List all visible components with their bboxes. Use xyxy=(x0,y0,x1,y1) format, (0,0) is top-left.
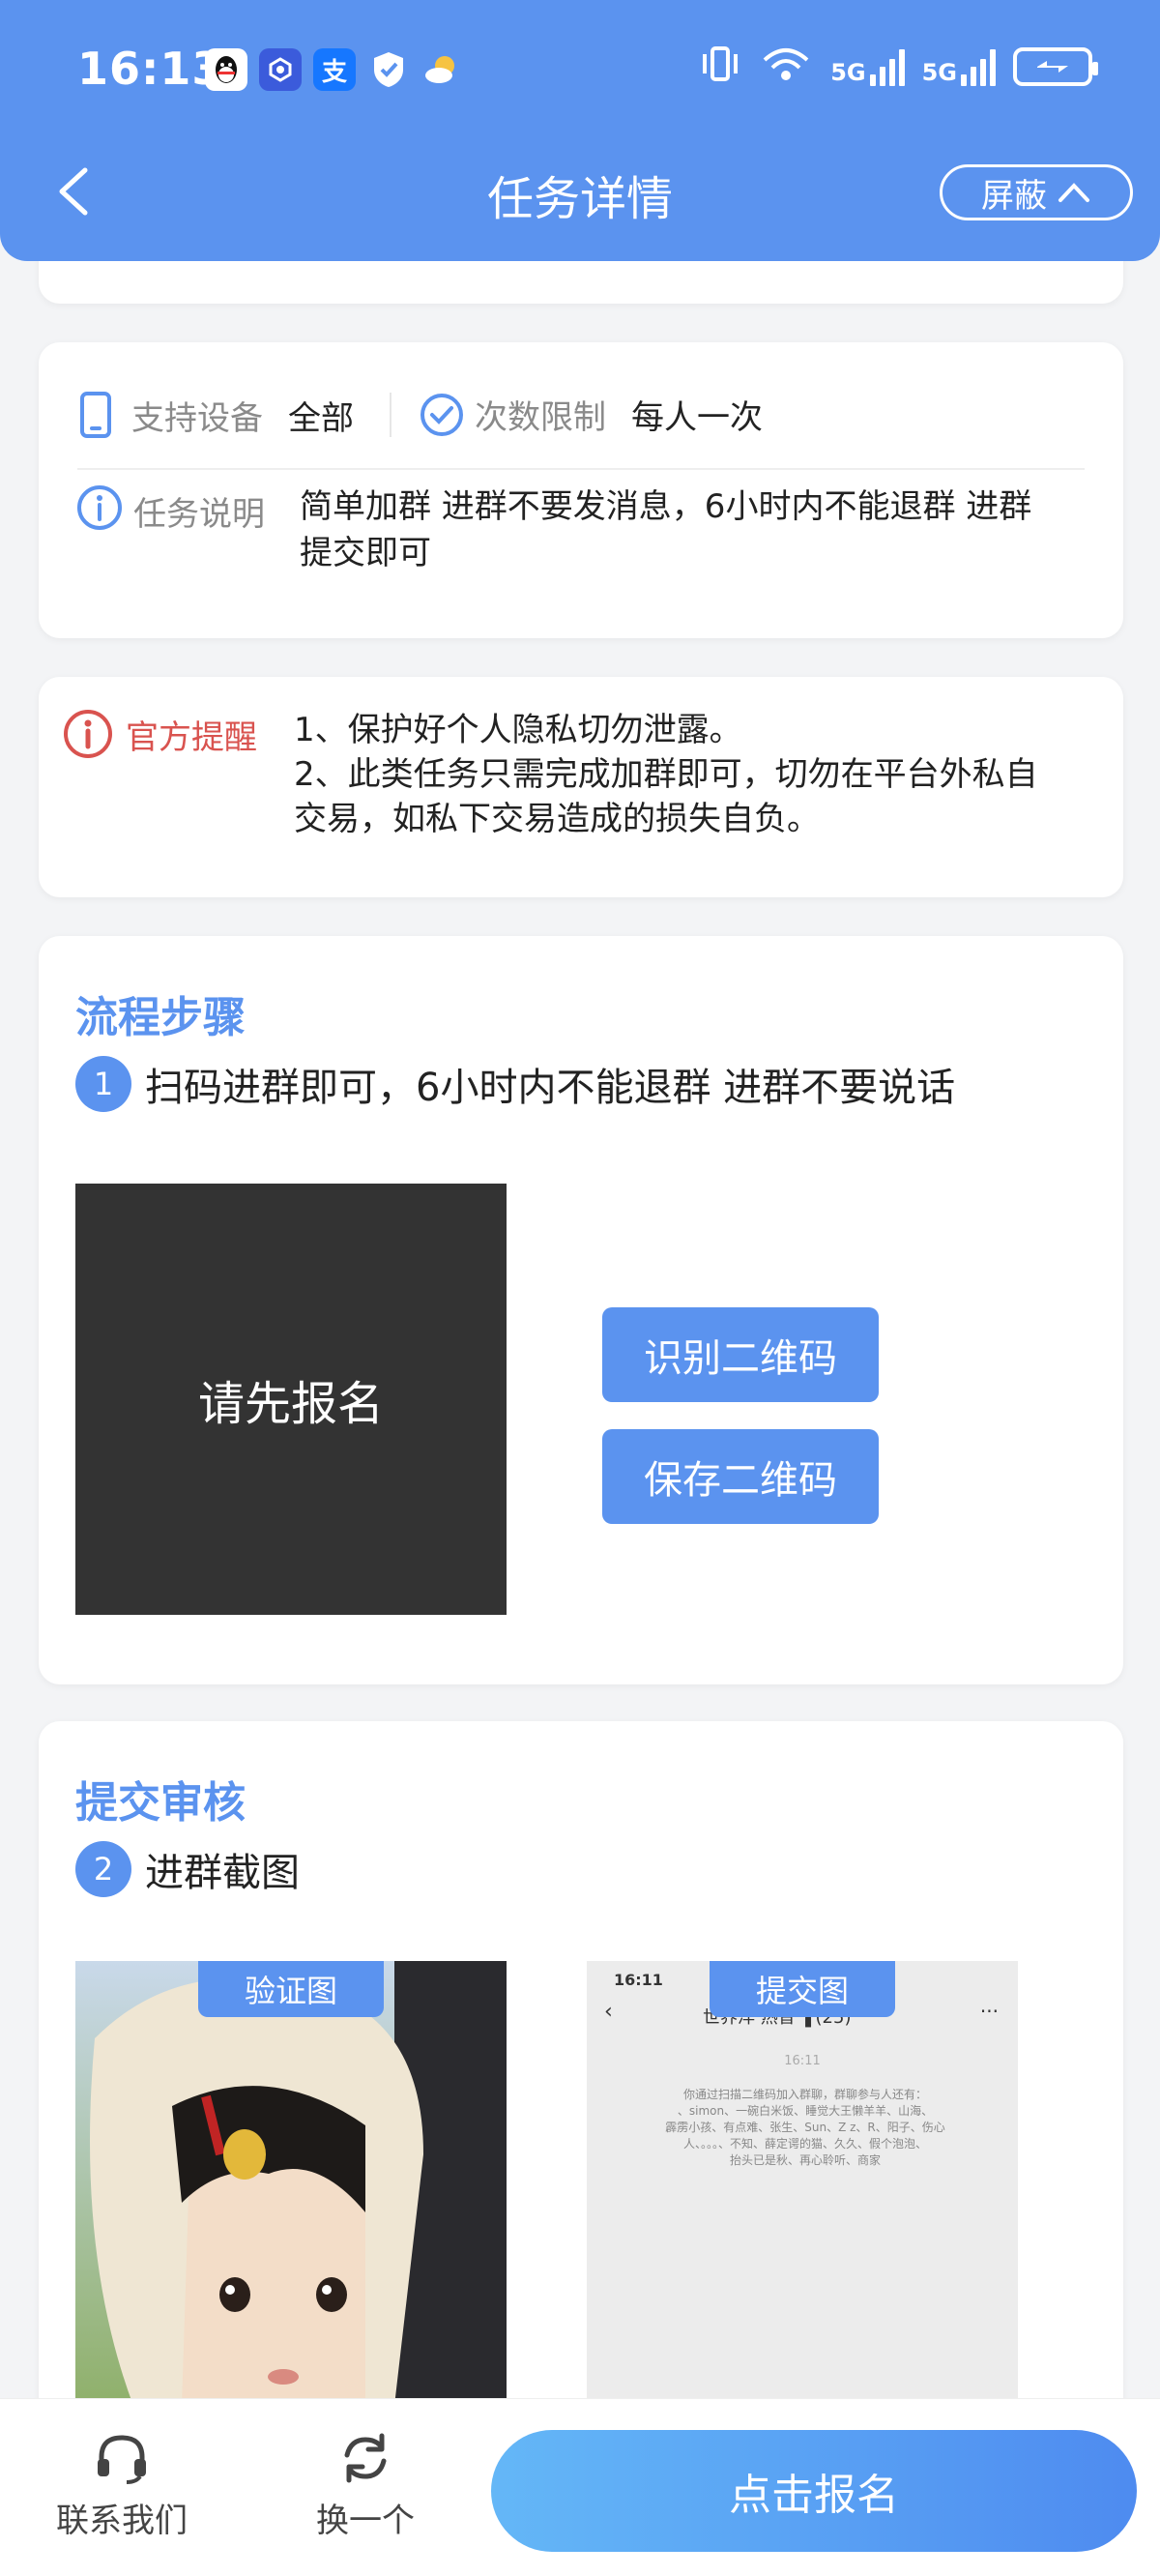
process-title: 流程步骤 xyxy=(75,993,246,1042)
task-info-card: 支持设备 全部 次数限制 每人一次 任务说明 简单加群 进群不要发消息，6小时内… xyxy=(39,342,1123,638)
notice-text: 1、保护好个人隐私切勿泄露。 2、此类任务只需完成加群即可，切勿在平台外私自 交… xyxy=(294,708,1106,841)
contact-us-button[interactable]: 联系我们 xyxy=(25,2428,218,2541)
screenshot-msg-line: 人、。。。、不知、薛定谔的猫、久久、假个泡泡、 xyxy=(682,2137,927,2151)
step-1: 1 扫码进群即可，6小时内不能退群 进群不要说话 xyxy=(75,1056,955,1112)
qq-icon xyxy=(205,48,247,91)
child-photo-image xyxy=(75,1961,507,2406)
desc-line: 简单加群 进群不要发消息，6小时内不能退群 进群 xyxy=(300,487,1032,526)
divider xyxy=(390,393,392,437)
screenshot-msg-line: 抬头已是秋、再心聆听、商家 xyxy=(729,2153,881,2167)
network-type-label: 5G xyxy=(830,59,866,86)
device-row: 支持设备 全部 xyxy=(77,391,354,439)
battery-icon xyxy=(1013,47,1098,86)
check-circle-icon xyxy=(420,393,463,436)
desc-value: 简单加群 进群不要发消息，6小时内不能退群 进群 提交即可 xyxy=(300,483,1092,576)
limit-label: 次数限制 xyxy=(475,398,606,437)
mask-button[interactable]: 屏蔽 xyxy=(940,164,1133,220)
screenshot-more-icon: ··· xyxy=(979,2000,999,2023)
status-app-icons: 支 xyxy=(205,48,464,91)
submit-review-card: 提交审核 2 进群截图 验证图 提交图 16:11 ‹ 世界洋 热音 ❚(25)… xyxy=(39,1721,1123,2456)
vibrate-icon xyxy=(699,44,741,89)
device-label: 支持设备 xyxy=(131,398,263,438)
refresh-icon xyxy=(344,2433,387,2483)
status-bar: 16:13 支 5G 5G xyxy=(0,0,1160,145)
signup-button[interactable]: 点击报名 xyxy=(491,2430,1137,2552)
step-2: 2 进群截图 xyxy=(75,1841,300,1897)
notice-line: 交易，如私下交易造成的损失自负。 xyxy=(294,800,820,838)
step-text: 扫码进群即可，6小时内不能退群 进群不要说话 xyxy=(145,1066,956,1110)
headset-icon xyxy=(98,2435,146,2484)
cell-signal-2: 5G xyxy=(922,47,996,86)
contact-us-label: 联系我们 xyxy=(56,2502,188,2540)
notice-label-row: 官方提醒 xyxy=(62,708,257,760)
alipay-icon: 支 xyxy=(313,48,356,91)
step-text: 进群截图 xyxy=(145,1851,300,1895)
switch-task-button[interactable]: 换一个 xyxy=(269,2428,462,2541)
qr-code-placeholder: 请先报名 xyxy=(75,1184,507,1615)
official-notice-card: 官方提醒 1、保护好个人隐私切勿泄露。 2、此类任务只需完成加群即可，切勿在平台… xyxy=(39,677,1123,897)
mask-button-label: 屏蔽 xyxy=(981,176,1047,216)
warning-info-icon xyxy=(64,710,112,758)
identify-qr-button[interactable]: 识别二维码 xyxy=(602,1307,879,1402)
phone-icon xyxy=(80,392,111,438)
screenshot-msg-line: 你通过扫描二维码加入群聊，群聊参与人还有： xyxy=(682,2088,927,2101)
submit-tag: 提交图 xyxy=(710,1961,895,2017)
verify-tag: 验证图 xyxy=(198,1961,384,2017)
notice-line: 2、此类任务只需完成加群即可，切勿在平台外私自 xyxy=(294,755,1038,794)
divider xyxy=(77,468,1085,470)
baidu-icon xyxy=(259,48,302,91)
step-number: 1 xyxy=(75,1056,131,1112)
submitted-screenshot-image[interactable]: 提交图 16:11 ‹ 世界洋 热音 ❚(25) ··· 16:11 你通过扫描… xyxy=(587,1961,1018,2406)
screenshot-msg-line: 霹雳小孩、有点难、张生、Sun、Z z、R、阳子、伤心 xyxy=(665,2121,945,2134)
chevron-up-icon xyxy=(1058,183,1089,202)
verification-image[interactable]: 验证图 xyxy=(75,1961,507,2406)
shield-icon xyxy=(367,48,410,91)
screenshot-time: 16:11 xyxy=(614,1971,663,1989)
weather-icon xyxy=(421,48,464,91)
info-icon xyxy=(77,485,122,530)
limit-value: 每人一次 xyxy=(631,398,763,437)
wifi-icon xyxy=(759,44,813,89)
notice-line: 1、保护好个人隐私切勿泄露。 xyxy=(294,711,742,749)
submit-title: 提交审核 xyxy=(75,1778,246,1828)
device-value: 全部 xyxy=(288,398,354,438)
screenshot-system-message: 你通过扫描二维码加入群聊，群聊参与人还有： 、simon、一碗白米饭、睡觉大王懒… xyxy=(622,2087,989,2169)
desc-label: 任务说明 xyxy=(133,495,265,534)
screenshot-back-icon: ‹ xyxy=(604,2000,613,2024)
switch-task-label: 换一个 xyxy=(316,2502,415,2540)
cell-signal-1: 5G xyxy=(830,47,905,86)
qr-placeholder-text: 请先报名 xyxy=(197,1377,384,1431)
notice-label: 官方提醒 xyxy=(126,717,257,757)
desc-line: 提交即可 xyxy=(300,534,431,572)
limit-row: 次数限制 每人一次 xyxy=(419,391,763,438)
bottom-action-bar: 联系我们 换一个 点击报名 xyxy=(0,2398,1160,2576)
save-qr-button[interactable]: 保存二维码 xyxy=(602,1429,879,1524)
status-time: 16:13 xyxy=(77,43,224,95)
process-steps-card: 流程步骤 1 扫码进群即可，6小时内不能退群 进群不要说话 请先报名 识别二维码… xyxy=(39,936,1123,1684)
step-number: 2 xyxy=(75,1841,131,1897)
header: 16:13 支 5G 5G 任务详情 屏蔽 xyxy=(0,0,1160,261)
screenshot-msg-line: 、simon、一碗白米饭、睡觉大王懒羊羊、山海、 xyxy=(677,2104,934,2118)
status-indicators: 5G 5G xyxy=(699,44,1098,89)
desc-row: 任务说明 xyxy=(75,483,265,535)
network-type-label: 5G xyxy=(921,59,957,86)
screenshot-date: 16:11 xyxy=(784,2054,821,2068)
